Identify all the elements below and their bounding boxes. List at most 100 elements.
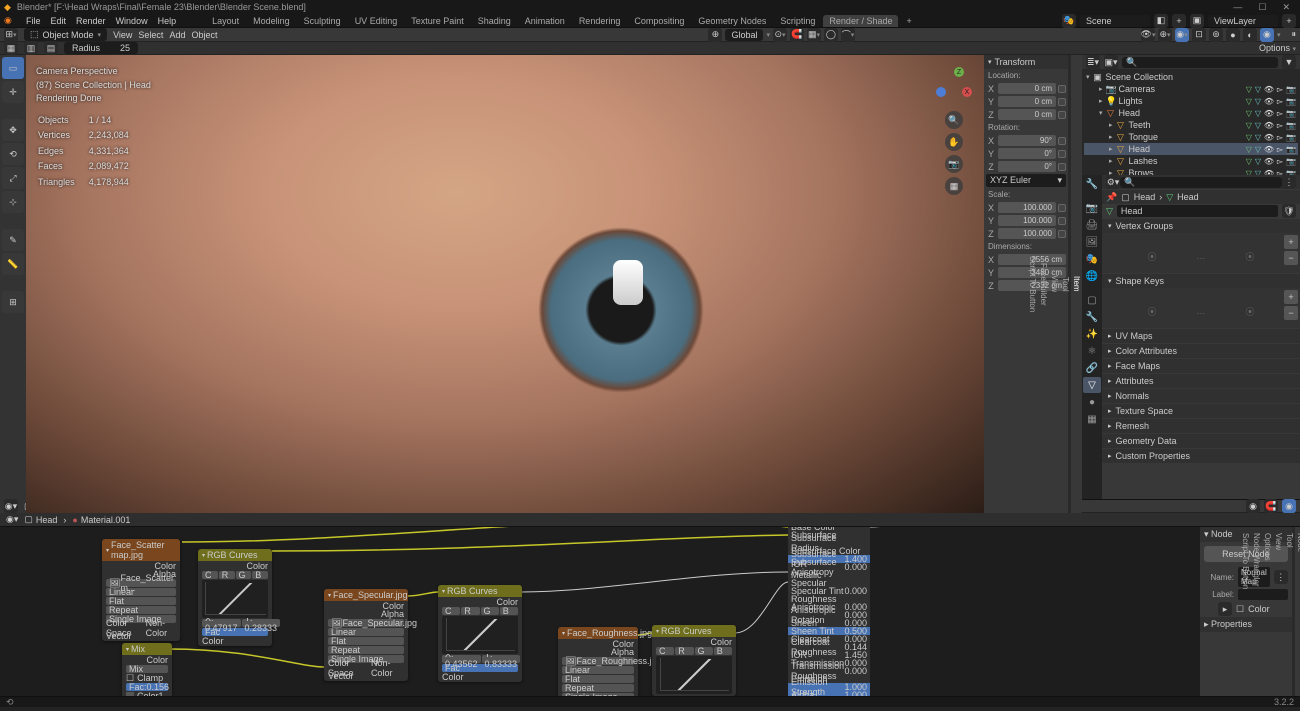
outliner-item[interactable]: ▸▽Lashes▽▽👁▻📷 <box>1084 155 1298 167</box>
workspace-tab[interactable]: Layout <box>206 15 245 27</box>
outliner-render-toggle[interactable]: 📷 <box>1286 96 1296 106</box>
orientation-icon[interactable]: ⊕ <box>708 28 722 42</box>
node-n-panel-tab[interactable]: Script To Button <box>1240 527 1251 696</box>
outliner-visibility-toggle[interactable]: 👁 <box>1264 120 1274 130</box>
outliner-item[interactable]: ▸💡Lights▽▽👁▻📷 <box>1084 95 1298 107</box>
shading-rendered[interactable]: ◉ <box>1260 28 1274 42</box>
tool-annotate[interactable]: ✎ <box>2 229 24 251</box>
n-panel-tab[interactable]: Script To Button <box>1027 55 1038 513</box>
workspace-tab[interactable]: Geometry Nodes <box>692 15 772 27</box>
tool-transform[interactable]: ⊹ <box>2 191 24 213</box>
viewlayer-name-field[interactable]: ViewLayer <box>1208 15 1278 27</box>
mesh-name-field[interactable]: Head <box>1117 205 1278 217</box>
outliner-item[interactable]: ▸▽Head▽▽👁▻📷 <box>1084 143 1298 155</box>
menu-window[interactable]: Window <box>116 16 148 26</box>
props-pin-icon[interactable]: 📌 <box>1106 192 1117 203</box>
pause-render-icon[interactable]: ⏸ <box>1291 29 1296 40</box>
tool-add-cube[interactable]: ⊞ <box>2 291 24 313</box>
ptab-texture[interactable]: ▦ <box>1083 411 1101 427</box>
workspace-tab[interactable]: Sculpting <box>298 15 347 27</box>
outliner-selectable-toggle[interactable]: ▻ <box>1275 144 1285 154</box>
outliner-render-toggle[interactable]: 📷 <box>1286 132 1296 142</box>
workspace-tab[interactable]: Scripting <box>774 15 821 27</box>
scene-name-field[interactable]: Scene <box>1080 15 1150 27</box>
ptab-constraints[interactable]: 🔗 <box>1083 360 1101 376</box>
node-crumb-material[interactable]: ●Material.001 <box>72 515 130 525</box>
shading-options-dropdown[interactable]: ▾ <box>1277 31 1281 39</box>
outliner-selectable-toggle[interactable]: ▻ <box>1275 96 1285 106</box>
props-panel-header[interactable]: ▸Geometry Data <box>1102 434 1300 448</box>
workspace-tab[interactable]: Rendering <box>573 15 627 27</box>
outliner-selectable-toggle[interactable]: ▻ <box>1275 120 1285 130</box>
node-specular-texture[interactable]: ▾Face_Specular.jpg Color Alpha 🖼Face_Spe… <box>324 589 408 681</box>
browse-scene-icon[interactable]: ◧ <box>1154 14 1168 28</box>
axis-z[interactable]: Z <box>954 67 964 77</box>
node-arrange-icon[interactable]: ◉ <box>1282 499 1296 513</box>
menu-file[interactable]: File <box>26 16 41 26</box>
add-button[interactable]: + <box>1284 290 1298 304</box>
outliner-visibility-toggle[interactable]: 👁 <box>1264 168 1274 175</box>
ptab-output[interactable]: 🖨 <box>1083 217 1101 233</box>
node-editor-type-selector[interactable]: ◉▾ <box>4 499 18 513</box>
ptab-tool[interactable]: 🔧 <box>1083 176 1101 192</box>
outliner-visibility-toggle[interactable]: 👁 <box>1264 96 1274 106</box>
viewport-nav-gizmo[interactable]: Z X <box>936 67 972 107</box>
proportional-edit-toggle[interactable]: ◯ <box>824 28 838 42</box>
outliner-selectable-toggle[interactable]: ▻ <box>1275 108 1285 118</box>
node-rgb-curves-3[interactable]: ▾RGB Curves Color CRGB <box>652 625 736 696</box>
outliner-render-toggle[interactable]: 📷 <box>1286 84 1296 94</box>
perspective-toggle-icon[interactable]: ▦ <box>945 177 963 195</box>
workspace-tab[interactable]: Compositing <box>628 15 690 27</box>
outliner-item[interactable]: ▸▽Teeth▽▽👁▻📷 <box>1084 119 1298 131</box>
pan-viewport-icon[interactable]: ✋ <box>945 133 963 151</box>
display-mode-icon-3[interactable]: ▤ <box>44 41 58 55</box>
outliner-display-mode[interactable]: ▣▾ <box>1104 55 1118 69</box>
radius-field[interactable]: Radius 25 <box>64 42 138 54</box>
node-scatter-texture[interactable]: ▾Face_Scatter map.jpg Color Alpha 🖼Face_… <box>102 539 180 641</box>
outliner-render-toggle[interactable]: 📷 <box>1286 120 1296 130</box>
node-roughness-texture[interactable]: ▾Face_Roughness.jpg Color Alpha 🖼Face_Ro… <box>558 627 638 696</box>
n-panel-tab[interactable]: View <box>1049 55 1060 513</box>
tool-scale[interactable]: ⤢ <box>2 167 24 189</box>
outliner-scene-collection[interactable]: ▾▣ Scene Collection <box>1084 71 1298 83</box>
props-panel-header[interactable]: ▸Color Attributes <box>1102 344 1300 358</box>
options-dropdown[interactable]: Options ▾ <box>1259 43 1296 53</box>
node-snap-icon[interactable]: 🧲 <box>1264 499 1278 513</box>
workspace-tab[interactable]: Animation <box>519 15 571 27</box>
new-scene-icon[interactable]: + <box>1172 14 1186 28</box>
props-panel-header[interactable]: ▸UV Maps <box>1102 329 1300 343</box>
node-principled-bsdf[interactable]: Random WalkBase ColorSubsurfaceSubsurfac… <box>788 527 870 696</box>
node-crumb-object[interactable]: ▢Head <box>24 514 57 525</box>
menu-view[interactable]: View <box>113 30 132 40</box>
outliner-render-toggle[interactable]: 📷 <box>1286 168 1296 175</box>
orientation-selector[interactable]: Global <box>725 29 763 41</box>
outliner-visibility-toggle[interactable]: 👁 <box>1264 84 1274 94</box>
menu-add[interactable]: Add <box>169 30 185 40</box>
props-panel-header[interactable]: ▸Texture Space <box>1102 404 1300 418</box>
outliner-selectable-toggle[interactable]: ▻ <box>1275 84 1285 94</box>
add-button[interactable]: + <box>1284 235 1298 249</box>
snap-toggle[interactable]: 🧲 <box>790 28 804 42</box>
overlay-toggle[interactable]: ◉▾ <box>1175 28 1189 42</box>
props-panel-header[interactable]: ▸Normals <box>1102 389 1300 403</box>
remove-button[interactable]: − <box>1284 306 1298 320</box>
outliner-item[interactable]: ▸▽Brows▽▽👁▻📷 <box>1084 167 1298 175</box>
outliner-selectable-toggle[interactable]: ▻ <box>1275 156 1285 166</box>
mode-selector[interactable]: ⬚ Object Mode ▾ <box>24 28 107 41</box>
minimize-button[interactable]: — <box>1233 2 1242 13</box>
orientation-chevron[interactable]: ▾ <box>766 31 770 39</box>
node-n-panel-tab[interactable]: Node <box>1295 527 1300 696</box>
n-panel-tab[interactable]: Item <box>1071 55 1082 513</box>
workspace-tab[interactable]: + <box>900 15 917 27</box>
props-options-icon[interactable]: ⋮ <box>1282 175 1296 189</box>
props-panel-header[interactable]: ▾Shape Keys <box>1102 274 1300 288</box>
outliner-visibility-toggle[interactable]: 👁 <box>1264 156 1274 166</box>
outliner-item[interactable]: ▸📷Cameras▽▽👁▻📷 <box>1084 83 1298 95</box>
menu-render[interactable]: Render <box>76 16 106 26</box>
node-n-panel-tab[interactable]: Node Wrangler <box>1251 527 1262 696</box>
node-rgb-curves-2[interactable]: ▾RGB Curves Color CRGB X: 0.43562Y: 0.83… <box>438 585 522 682</box>
props-editor-selector[interactable]: ⚙▾ <box>1106 175 1120 189</box>
node-n-panel-tab[interactable]: View <box>1273 527 1284 696</box>
node-rgb-curves-1[interactable]: ▾RGB Curves Color CRGB X: 0.47917Y: 0.28… <box>198 549 272 646</box>
viewport-3d[interactable]: Camera Perspective (87) Scene Collection… <box>26 55 984 513</box>
